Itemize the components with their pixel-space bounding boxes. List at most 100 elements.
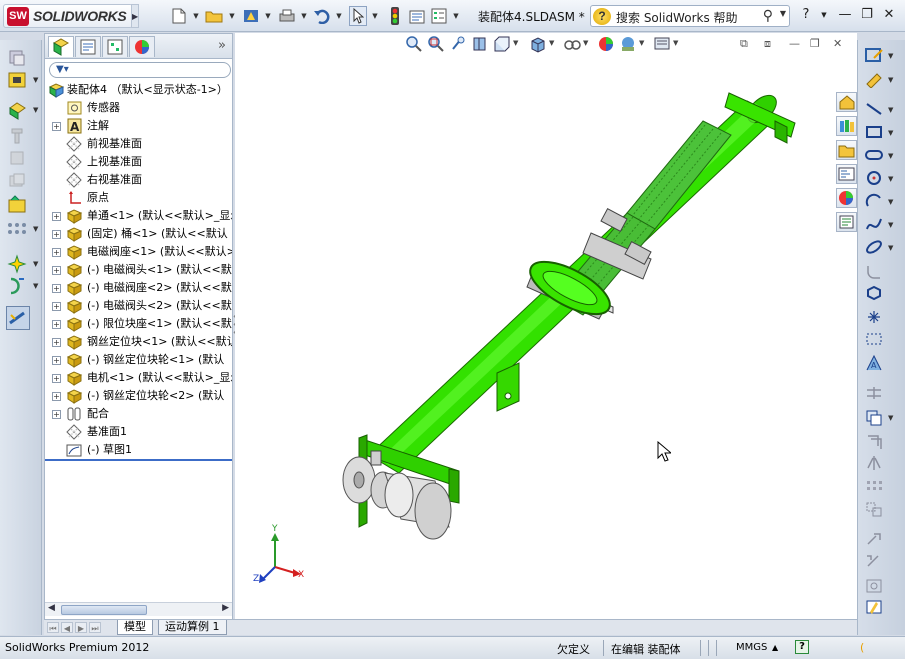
slot-icon[interactable] <box>864 146 884 164</box>
tree-item[interactable]: + (-) 钢丝定位块轮<1> (默认 <box>45 351 232 369</box>
expand-panel-icon[interactable]: » <box>218 38 226 53</box>
select-dropdown-icon[interactable]: ▼ <box>371 6 379 26</box>
zoom-to-fit-icon[interactable] <box>405 35 423 53</box>
circle-icon[interactable] <box>864 169 884 187</box>
sketch-dropdown-icon[interactable]: ▼ <box>888 52 893 60</box>
trim-entities-icon[interactable] <box>864 384 884 402</box>
menu-expand-arrow-icon[interactable]: ▶ <box>131 4 139 28</box>
unit-system-arrow-icon[interactable]: ▲ <box>772 643 778 652</box>
new-document-icon[interactable] <box>170 6 188 26</box>
undo-dropdown-icon[interactable]: ▼ <box>335 6 343 26</box>
slot-dropdown-icon[interactable]: ▼ <box>888 152 893 160</box>
help-search-box[interactable]: ? 搜索 SolidWorks 帮助 ⚲ ▼ <box>590 5 790 27</box>
hide-show-items-icon[interactable] <box>563 35 581 53</box>
tree-item[interactable]: + 电机<1> (默认<<默认>_显示 <box>45 369 232 387</box>
insert-component-icon[interactable] <box>7 48 29 68</box>
circle-dropdown-icon[interactable]: ▼ <box>888 175 893 183</box>
tree-item[interactable]: + 钢丝定位块<1> (默认<<默认 <box>45 333 232 351</box>
unit-system-button[interactable]: MMGS <box>736 642 767 653</box>
minimize-icon[interactable]: — <box>836 6 854 24</box>
tree-item[interactable]: + 单通<1> (默认<<默认>_显示 <box>45 207 232 225</box>
spline-dropdown-icon[interactable]: ▼ <box>888 221 893 229</box>
help-menu-button[interactable]: ? <box>797 6 815 24</box>
convert-dropdown-icon[interactable]: ▼ <box>888 414 893 422</box>
display-style-dropdown-icon[interactable]: ▼ <box>549 39 554 47</box>
scroll-thumb[interactable] <box>61 605 147 615</box>
explode-line-sketch-icon[interactable] <box>7 276 29 296</box>
expand-plus-icon[interactable]: + <box>52 212 61 221</box>
tree-item[interactable]: + 配合 <box>45 405 232 423</box>
ellipse-icon[interactable] <box>864 238 884 256</box>
centerline-icon[interactable] <box>864 330 884 348</box>
solidworks-menu-button[interactable]: SW SOLIDWORKS <box>3 4 133 28</box>
print-icon[interactable] <box>278 6 296 26</box>
horizontal-scrollbar[interactable]: ◀ ▶ <box>45 602 232 616</box>
quick-snaps-icon[interactable] <box>864 577 884 595</box>
expand-plus-icon[interactable]: + <box>52 248 61 257</box>
expand-plus-icon[interactable]: + <box>52 356 61 365</box>
properties-dropdown-icon[interactable]: ▼ <box>264 6 272 26</box>
tree-item[interactable]: 原点 <box>45 189 232 207</box>
view-settings-icon[interactable] <box>653 35 671 53</box>
next-tab-icon[interactable]: ▶ <box>75 622 87 633</box>
explode-view-icon[interactable] <box>7 254 29 274</box>
file-explorer-icon[interactable] <box>836 140 857 160</box>
mate-dropdown-icon[interactable]: ▼ <box>33 76 38 84</box>
close-icon[interactable]: ✕ <box>880 6 898 24</box>
expand-plus-icon[interactable]: + <box>52 230 61 239</box>
ellipse-dropdown-icon[interactable]: ▼ <box>888 244 893 252</box>
prev-tab-icon[interactable]: ◀ <box>61 622 73 633</box>
expand-plus-icon[interactable]: + <box>52 392 61 401</box>
doc-restore-icon[interactable]: ❐ <box>810 37 820 50</box>
orientation-dropdown-icon[interactable]: ▼ <box>513 39 518 47</box>
rapid-sketch-icon[interactable] <box>864 598 884 616</box>
tree-item[interactable]: + (-) 电磁阀头<2> (默认<<默 <box>45 297 232 315</box>
scroll-right-icon[interactable]: ▶ <box>222 603 229 613</box>
explode-line-dropdown-icon[interactable]: ▼ <box>33 282 38 290</box>
assembly-model[interactable]: Y X Z <box>235 33 857 619</box>
tab-configuration-manager[interactable] <box>102 36 128 57</box>
scene-dropdown-icon[interactable]: ▼ <box>639 39 644 47</box>
hide-show-dropdown-icon[interactable]: ▼ <box>583 39 588 47</box>
zoom-area-icon[interactable] <box>427 35 445 53</box>
view-orientation-icon[interactable] <box>493 35 511 53</box>
view-palette-icon[interactable] <box>836 164 857 184</box>
tree-item[interactable]: 前视基准面 <box>45 135 232 153</box>
tree-item[interactable]: + 电磁阀座<1> (默认<<默认> <box>45 243 232 261</box>
expand-plus-icon[interactable]: + <box>52 284 61 293</box>
tree-item[interactable]: + (-) 电磁阀头<1> (默认<<默 <box>45 261 232 279</box>
quick-tips-help-icon[interactable]: ? <box>795 640 809 654</box>
options-dropdown-icon[interactable]: ▼ <box>452 6 460 26</box>
fillet-icon[interactable] <box>864 262 884 280</box>
solidworks-resources-icon[interactable] <box>836 92 857 112</box>
expand-plus-icon[interactable]: + <box>52 266 61 275</box>
select-cursor-icon[interactable] <box>349 6 367 26</box>
rectangle-icon[interactable] <box>864 123 884 141</box>
spline-icon[interactable] <box>864 215 884 233</box>
new-dropdown-icon[interactable]: ▼ <box>192 6 200 26</box>
custom-properties-icon[interactable] <box>836 212 857 232</box>
line-dropdown-icon[interactable]: ▼ <box>888 106 893 114</box>
tree-item[interactable]: 传感器 <box>45 99 232 117</box>
expand-plus-icon[interactable]: + <box>52 302 61 311</box>
display-style-icon[interactable] <box>529 35 547 53</box>
offset-entities-icon[interactable] <box>864 432 884 450</box>
expand-plus-icon[interactable]: + <box>52 122 61 131</box>
tree-item[interactable]: + (固定) 桶<1> (默认<<默认 <box>45 225 232 243</box>
options-icon[interactable] <box>408 6 426 26</box>
sketch-icon[interactable] <box>864 46 884 64</box>
open-dropdown-icon[interactable]: ▼ <box>228 6 236 26</box>
viewport-tile-left-icon[interactable]: ⧉ <box>740 37 748 51</box>
line-icon[interactable] <box>864 100 884 118</box>
help-dropdown-icon[interactable]: ▼ <box>815 6 833 24</box>
reference-geometry-icon[interactable] <box>7 222 29 242</box>
view-settings-dropdown-icon[interactable]: ▼ <box>673 39 678 47</box>
tree-item[interactable]: + (-) 限位块座<1> (默认<<默 <box>45 315 232 333</box>
file-properties-icon[interactable] <box>242 6 260 26</box>
appearances-icon[interactable] <box>836 188 857 208</box>
mirror-entities-icon[interactable] <box>864 454 884 472</box>
move-entities-icon[interactable] <box>864 500 884 518</box>
tab-property-manager[interactable] <box>75 36 101 57</box>
tree-item[interactable]: 右视基准面 <box>45 171 232 189</box>
explode-dropdown-icon[interactable]: ▼ <box>33 260 38 268</box>
